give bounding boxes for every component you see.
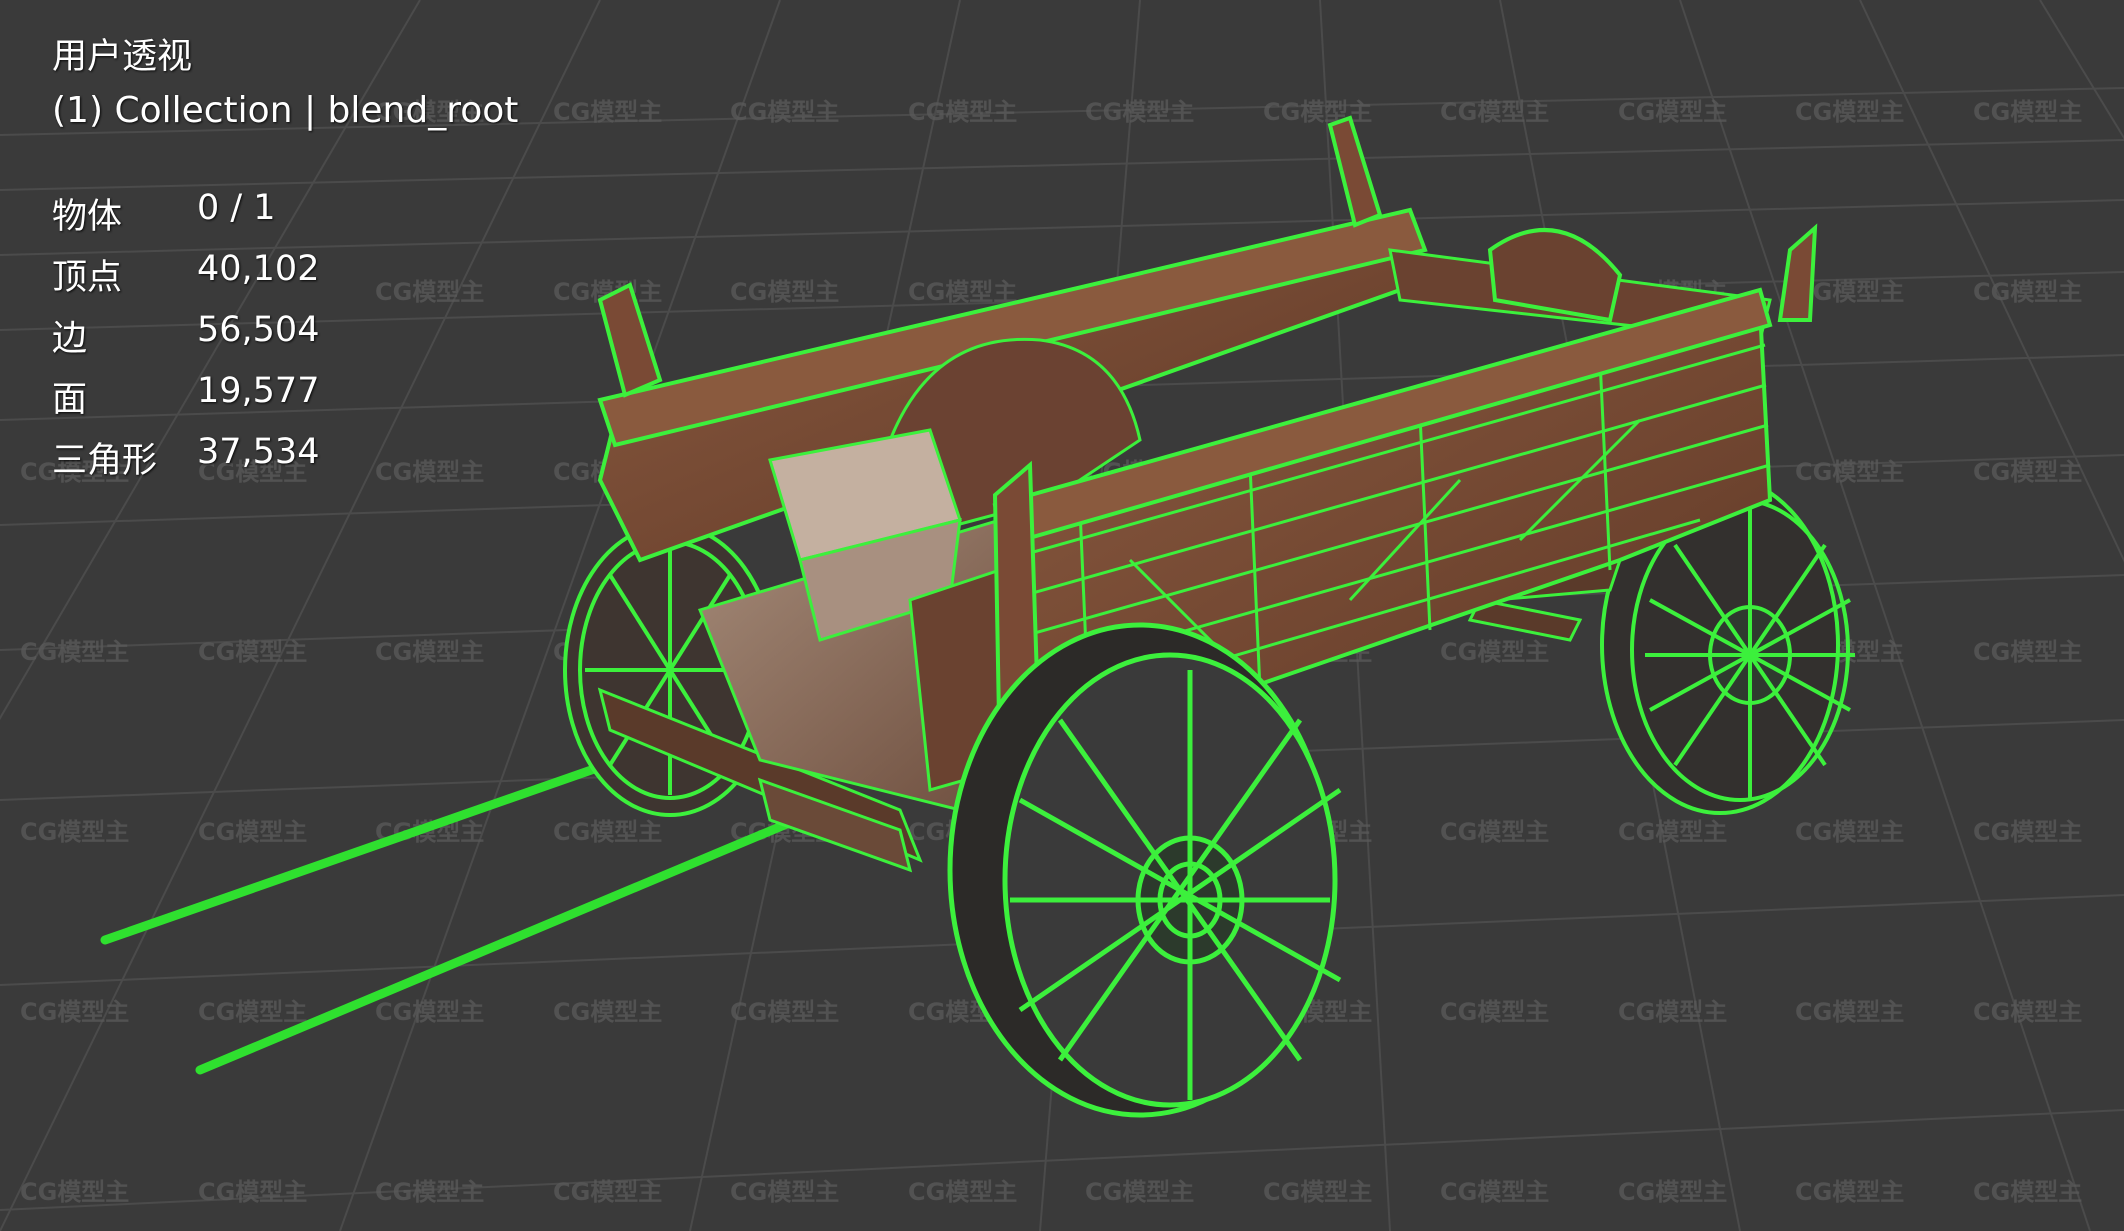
3d-viewport[interactable]: CG模型主 CG模型主 CG模型主 CG模型主 CG模型主 CG模型主 CG模型主 CG模型主… xyxy=(0,0,2124,1231)
watermark-logo: CG模型主 xyxy=(553,98,662,126)
watermark-logo: CG模型主 xyxy=(730,278,839,306)
watermark-logo: CG模型主 xyxy=(20,638,129,666)
watermark-logo: CG模型主 xyxy=(1973,1178,2082,1206)
watermark-logo: CG模型主 xyxy=(730,1178,839,1206)
watermark-logo: CG模型主 xyxy=(20,818,129,846)
watermark-logo: CG模型主 xyxy=(908,98,1017,126)
watermark-logo: CG模型主 xyxy=(1973,998,2082,1026)
watermark-logo: CG模型主 xyxy=(1795,998,1904,1026)
watermark-logo: CG模型主 xyxy=(20,1178,129,1206)
watermark-logo: CG模型主 xyxy=(375,458,484,486)
watermark-logo: CG模型主 xyxy=(1440,1178,1549,1206)
watermark-logo: CG模型主 xyxy=(553,998,662,1026)
watermark-logo: CG模型主 xyxy=(1440,638,1549,666)
watermark-logo: CG模型主 xyxy=(1618,998,1727,1026)
watermark-logo: CG模型主 xyxy=(1618,98,1727,126)
watermark-logo: CG模型主 xyxy=(730,998,839,1026)
watermark-logo: CG模型主 xyxy=(908,278,1017,306)
watermark-logo: CG模型主 xyxy=(730,98,839,126)
watermark-logo: CG模型主 xyxy=(1973,818,2082,846)
watermark-logo: CG模型主 xyxy=(1973,98,2082,126)
watermark-logo: CG模型主 xyxy=(198,818,307,846)
watermark-logo: CG模型主 xyxy=(1973,458,2082,486)
watermark-logo: CG模型主 xyxy=(1795,818,1904,846)
watermark-logo: CG模型主 xyxy=(1973,638,2082,666)
watermark-logo: CG模型主 xyxy=(1618,818,1727,846)
watermark-logo: CG模型主 xyxy=(375,998,484,1026)
watermark-logo: CG模型主 xyxy=(375,98,484,126)
watermark-logo: CG模型主 xyxy=(375,278,484,306)
watermark-logo: CG模型主 xyxy=(1440,98,1549,126)
watermark-logo: CG模型主 xyxy=(1263,98,1372,126)
watermark-logo: CG模型主 xyxy=(1795,458,1904,486)
watermark-logo: CG模型主 xyxy=(553,1178,662,1206)
watermark-logo: CG模型主 xyxy=(1085,98,1194,126)
watermark-logo: CG模型主 xyxy=(198,458,307,486)
watermark-logo: CG模型主 xyxy=(198,1178,307,1206)
watermark-logo: CG模型主 xyxy=(20,998,129,1026)
watermark-logo: CG模型主 xyxy=(198,998,307,1026)
watermark-logo: CG模型主 xyxy=(1973,278,2082,306)
watermark-logo: CG模型主 xyxy=(1618,1178,1727,1206)
watermark-logo: CG模型主 xyxy=(1440,998,1549,1026)
watermark-logo: CG模型主 xyxy=(1795,98,1904,126)
watermark-logo: CG模型主 xyxy=(198,638,307,666)
watermark-logo: CG模型主 xyxy=(1263,1178,1372,1206)
watermark-logo: CG模型主 xyxy=(1795,1178,1904,1206)
watermark-logo: CG模型主 xyxy=(20,458,129,486)
watermark-logo: CG模型主 xyxy=(375,1178,484,1206)
watermark-logo: CG模型主 xyxy=(553,818,662,846)
watermark-logo: CG模型主 xyxy=(1085,1178,1194,1206)
watermark-logo: CG模型主 xyxy=(375,638,484,666)
watermark-logo: CG模型主 xyxy=(908,1178,1017,1206)
watermark-logo: CG模型主 xyxy=(1440,818,1549,846)
